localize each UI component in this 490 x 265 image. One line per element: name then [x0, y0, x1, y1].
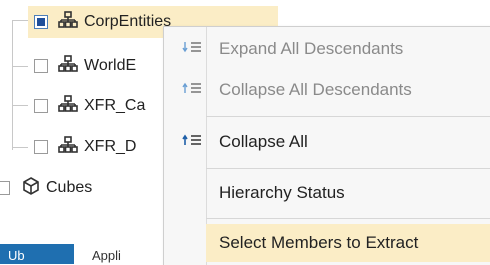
- menu-separator: [206, 116, 490, 117]
- tab-label: Ub: [8, 248, 25, 263]
- tree-node-label: XFR_Ca: [84, 97, 146, 114]
- tree-connector-h2: [12, 105, 28, 106]
- checkbox-checked[interactable]: [34, 15, 48, 29]
- tab-label: Appli: [92, 248, 121, 263]
- menu-separator: [206, 168, 490, 169]
- tree-node-worlde[interactable]: WorldE: [34, 52, 136, 80]
- tree-connector-h1: [12, 66, 28, 67]
- tree-node-corpentities[interactable]: CorpEntities: [34, 8, 171, 36]
- menu-item-label: Expand All Descendants: [219, 39, 404, 58]
- tree-connector-top: [12, 20, 28, 21]
- expand-descendants-icon: [181, 39, 203, 59]
- tree-node-xfr-ca[interactable]: XFR_Ca: [34, 92, 145, 120]
- collapse-all-icon: [181, 132, 203, 152]
- tree-node-label: Cubes: [46, 179, 93, 196]
- menu-item-collapse-all[interactable]: Collapse All: [164, 123, 490, 161]
- hierarchy-icon: [58, 135, 78, 159]
- menu-item-label: Collapse All: [219, 132, 308, 151]
- hierarchy-icon: [58, 94, 78, 118]
- cube-icon: [22, 176, 40, 200]
- menu-item-hierarchy-status[interactable]: Hierarchy Status: [164, 174, 490, 212]
- menu-separator: [206, 218, 490, 219]
- context-menu: Expand All Descendants Collapse All Desc…: [163, 26, 490, 265]
- menu-item-label: Select Members to Extract: [219, 233, 419, 252]
- checkbox[interactable]: [34, 99, 48, 113]
- menu-item-select-members-to-extract[interactable]: Select Members to Extract: [206, 224, 490, 262]
- checkbox[interactable]: [34, 140, 48, 154]
- hierarchy-icon: [58, 10, 78, 34]
- menu-item-label: Collapse All Descendants: [219, 80, 412, 99]
- bottom-tab-strip: Ub Appli: [0, 244, 163, 264]
- checkbox[interactable]: [34, 59, 48, 73]
- tree-node-label: CorpEntities: [84, 13, 172, 30]
- menu-item-expand-all-descendants[interactable]: Expand All Descendants: [164, 30, 490, 68]
- hierarchy-icon: [58, 54, 78, 78]
- tree-connector-h3: [12, 147, 28, 148]
- tree-connector-vertical: [12, 20, 13, 150]
- tree-node-label: WorldE: [84, 57, 137, 74]
- tree-node-cubes[interactable]: Cubes: [0, 174, 92, 202]
- tree-node-xfr-d[interactable]: XFR_D: [34, 133, 136, 161]
- menu-item-collapse-all-descendants[interactable]: Collapse All Descendants: [164, 71, 490, 109]
- collapse-descendants-icon: [181, 80, 203, 100]
- menu-item-label: Hierarchy Status: [219, 183, 345, 202]
- tree-node-label: XFR_D: [84, 138, 137, 155]
- checkbox[interactable]: [0, 181, 10, 195]
- tab-inactive[interactable]: Appli: [90, 244, 163, 264]
- tab-active[interactable]: Ub: [0, 244, 74, 264]
